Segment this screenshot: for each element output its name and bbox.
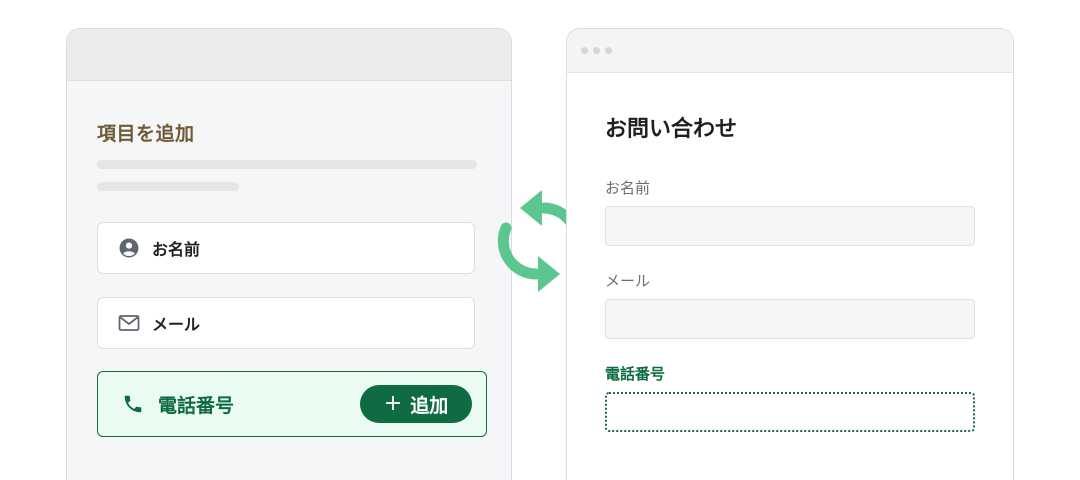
skeleton-line [97,160,477,169]
user-circle-icon [118,237,140,259]
stage: 項目を追加 お名前 メール 電話番号 + 追加 お問い合わせ お名前 メール 電… [0,0,1080,480]
name-input[interactable] [605,206,975,246]
email-field-label: メール [605,272,651,290]
add-field-button[interactable]: + 追加 [360,385,472,423]
phone-icon [122,393,144,415]
window-dot [593,47,600,54]
window-dot [581,47,588,54]
name-field-label: お名前 [605,179,651,197]
field-option-label: 電話番号 [158,394,235,417]
email-input[interactable] [605,299,975,339]
field-builder-window: 項目を追加 お名前 メール 電話番号 + 追加 [66,28,512,480]
skeleton-line [97,182,239,191]
field-option-label: お名前 [152,240,201,259]
window-dot [605,47,612,54]
plus-icon: + [383,391,403,416]
field-option-email[interactable]: メール [97,297,475,349]
field-option-name[interactable]: お名前 [97,222,475,274]
field-option-phone[interactable]: 電話番号 + 追加 [97,371,487,437]
form-preview-window: お問い合わせ お名前 メール 電話番号 [566,28,1014,480]
phone-field-label: 電話番号 [605,365,666,383]
field-option-label: メール [152,315,201,334]
window-titlebar [67,29,511,81]
panel-title: 項目を追加 [97,123,195,145]
window-titlebar [567,29,1013,73]
mail-icon [118,312,140,334]
window-dots [581,47,612,54]
phone-input-dropzone[interactable] [605,392,975,432]
form-title: お問い合わせ [605,117,738,142]
add-button-label: 追加 [410,394,449,417]
